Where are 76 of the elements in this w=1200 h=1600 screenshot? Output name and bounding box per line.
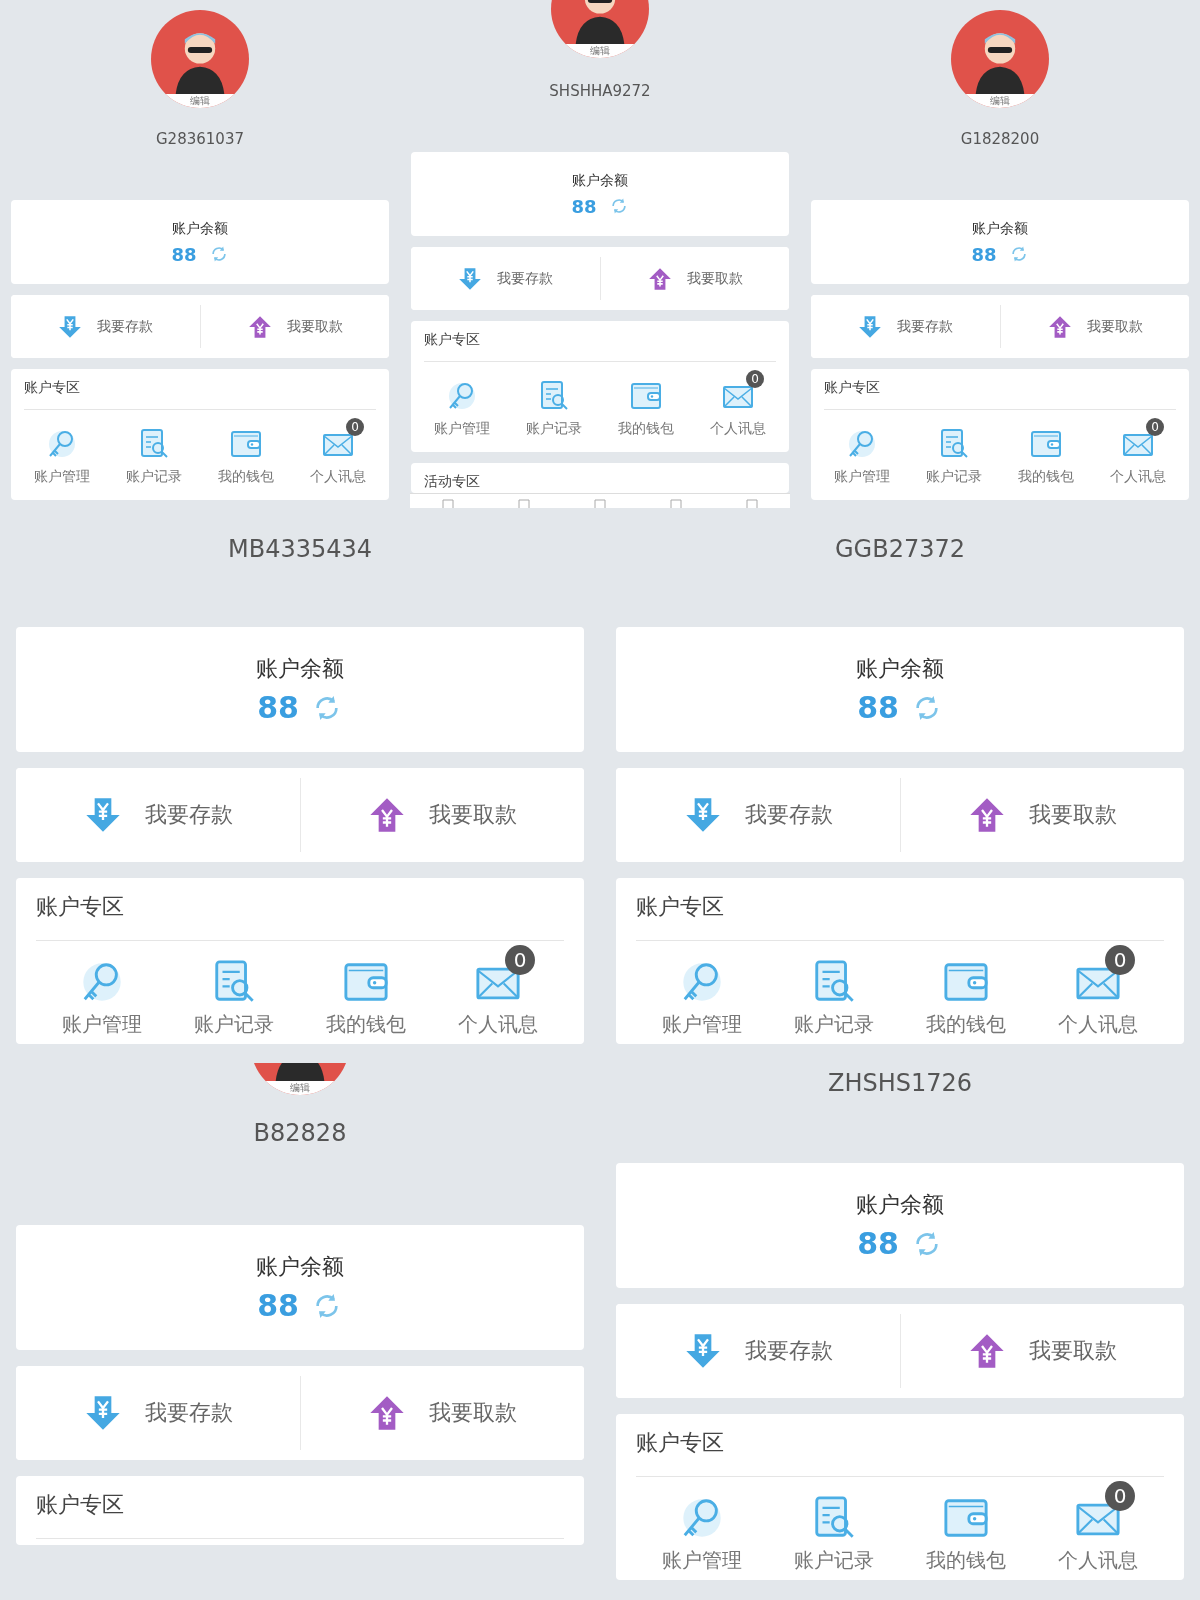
section-title: 活动专区: [424, 473, 480, 489]
menu-label[interactable]: 个人讯息: [310, 468, 366, 486]
document-search-icon[interactable]: [138, 428, 170, 460]
nav-icon[interactable]: [744, 498, 760, 508]
section-title: 账户专区: [36, 893, 125, 921]
section-title: 账户专区: [24, 379, 81, 397]
menu-label[interactable]: 账户记录: [526, 420, 582, 438]
menu-label[interactable]: 账户记录: [794, 1011, 874, 1038]
nav-icon[interactable]: [668, 498, 684, 508]
key-icon[interactable]: [446, 380, 478, 412]
menu-label[interactable]: 个人讯息: [1058, 1011, 1138, 1038]
count-badge: 0: [1146, 418, 1164, 436]
menu-label[interactable]: 账户记录: [794, 1547, 874, 1574]
menu-label[interactable]: 我的钱包: [926, 1547, 1006, 1574]
avatar[interactable]: 编辑: [951, 10, 1049, 108]
menu-label[interactable]: 个人讯息: [710, 420, 766, 438]
balance-title: 账户余额: [256, 1253, 344, 1281]
balance-title: 账户余额: [856, 1191, 944, 1219]
section-title: 账户专区: [424, 331, 481, 349]
count-badge: 0: [1105, 1481, 1135, 1511]
balance-title: 账户余额: [972, 219, 1028, 238]
balance-amount: 88: [257, 690, 299, 725]
username: MB4335434: [227, 535, 373, 563]
wallet-icon[interactable]: [1030, 428, 1062, 460]
menu-label[interactable]: 账户管理: [662, 1011, 742, 1038]
document-search-icon[interactable]: [938, 428, 970, 460]
username: ZHSHS1726: [827, 1069, 973, 1097]
balance-amount: 88: [571, 195, 597, 217]
menu-label[interactable]: 账户记录: [926, 468, 982, 486]
balance-amount: 88: [971, 243, 997, 265]
avatar[interactable]: 编辑: [551, 0, 649, 58]
count-badge: 0: [505, 945, 535, 975]
count-badge: 0: [746, 370, 764, 388]
menu-label[interactable]: 个人讯息: [458, 1011, 538, 1038]
menu-label[interactable]: 账户记录: [126, 468, 182, 486]
username: B82828: [253, 1119, 347, 1147]
balance-title: 账户余额: [572, 171, 628, 190]
balance-amount: 88: [857, 1226, 899, 1261]
nav-icon[interactable]: [516, 498, 532, 508]
balance-title: 账户余额: [256, 655, 344, 683]
menu-label[interactable]: 个人讯息: [1110, 468, 1166, 486]
count-badge: 0: [346, 418, 364, 436]
username: SHSHHA9272: [549, 82, 651, 100]
username: G1828200: [960, 130, 1040, 148]
username: GGB27372: [835, 535, 965, 563]
balance-title: 账户余额: [172, 219, 228, 238]
avatar[interactable]: 编辑: [151, 10, 249, 108]
username: G28361037: [156, 130, 244, 148]
menu-label[interactable]: 账户管理: [662, 1547, 742, 1574]
menu-label[interactable]: 账户管理: [62, 1011, 142, 1038]
menu-label[interactable]: 账户管理: [34, 468, 90, 486]
wallet-icon[interactable]: [230, 428, 262, 460]
menu-label[interactable]: 我的钱包: [926, 1011, 1006, 1038]
menu-label[interactable]: 账户记录: [194, 1011, 274, 1038]
balance-title: 账户余额: [856, 655, 944, 683]
section-title: 账户专区: [824, 379, 881, 397]
menu-label[interactable]: 账户管理: [834, 468, 890, 486]
menu-label[interactable]: 我的钱包: [326, 1011, 406, 1038]
balance-amount: 88: [857, 690, 899, 725]
menu-label[interactable]: 我的钱包: [218, 468, 274, 486]
nav-icon[interactable]: [592, 498, 608, 508]
balance-amount: 88: [171, 243, 197, 265]
section-title: 账户专区: [36, 1491, 125, 1519]
count-badge: 0: [1105, 945, 1135, 975]
menu-label[interactable]: 账户管理: [434, 420, 490, 438]
document-search-icon[interactable]: [538, 380, 570, 412]
menu-label[interactable]: 我的钱包: [1018, 468, 1074, 486]
wallet-icon[interactable]: [630, 380, 662, 412]
menu-label[interactable]: 我的钱包: [618, 420, 674, 438]
key-icon[interactable]: [846, 428, 878, 460]
key-icon[interactable]: [46, 428, 78, 460]
section-title: 账户专区: [636, 893, 725, 921]
balance-amount: 88: [257, 1288, 299, 1323]
nav-icon[interactable]: [440, 498, 456, 508]
section-title: 账户专区: [636, 1429, 725, 1457]
menu-label[interactable]: 个人讯息: [1058, 1547, 1138, 1574]
